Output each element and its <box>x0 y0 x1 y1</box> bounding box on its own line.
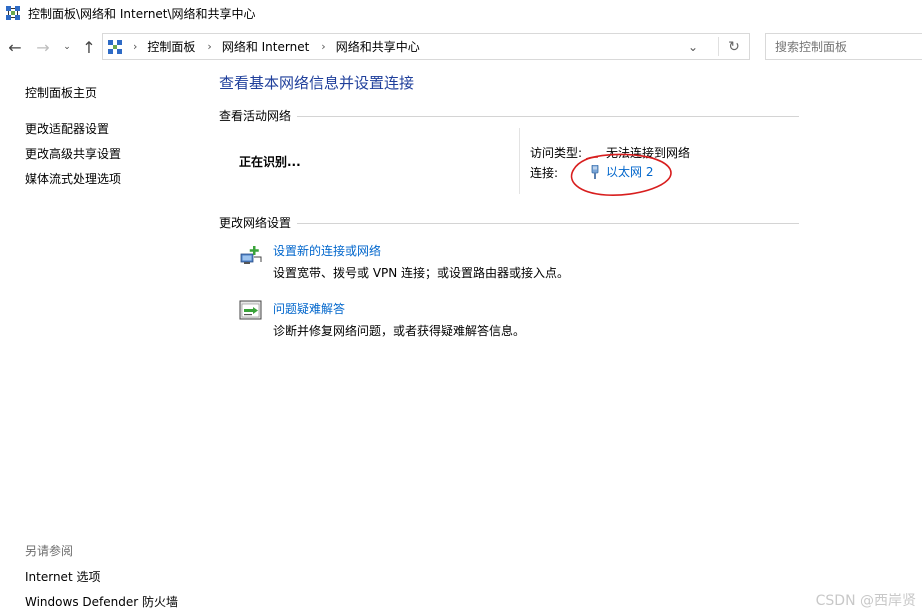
chevron-right-icon[interactable]: › <box>321 40 325 53</box>
chevron-right-icon[interactable]: › <box>207 40 211 53</box>
arrow-right-icon: → <box>36 37 50 57</box>
setup-connection-description: 设置宽带、拨号或 VPN 连接；或设置路由器或接入点。 <box>273 266 570 280</box>
search-input[interactable]: 搜索控制面板 <box>765 33 922 60</box>
vertical-divider <box>519 128 520 194</box>
nav-control-panel-home[interactable]: 控制面板主页 <box>25 84 97 101</box>
access-type-value: 无法连接到网络 <box>606 146 691 160</box>
control-panel-icon <box>108 39 122 54</box>
control-panel-icon <box>6 6 20 20</box>
up-button[interactable]: ↑ <box>80 37 98 57</box>
change-settings-header: 更改网络设置 <box>219 216 292 230</box>
window-title: 控制面板\网络和 Internet\网络和共享中心 <box>28 6 256 21</box>
breadcrumb-network-internet[interactable]: 网络和 Internet <box>222 38 309 55</box>
active-networks-header: 查看活动网络 <box>219 109 292 123</box>
section-divider <box>297 223 799 224</box>
forward-button[interactable]: → <box>34 37 52 57</box>
refresh-icon: ↻ <box>728 38 740 55</box>
connection-label: 连接: <box>530 166 559 180</box>
arrow-left-icon: ← <box>8 37 22 57</box>
back-button[interactable]: ← <box>6 37 24 57</box>
address-history-dropdown[interactable]: ⌄ <box>681 34 705 59</box>
see-also-title: 另请参阅 <box>25 544 74 558</box>
see-also-defender-firewall[interactable]: Windows Defender 防火墙 <box>25 593 178 610</box>
recent-locations-button[interactable]: ⌄ <box>60 38 74 56</box>
nav-change-advanced-sharing[interactable]: 更改高级共享设置 <box>25 145 121 162</box>
breadcrumb-network-sharing-center[interactable]: 网络和共享中心 <box>336 38 420 55</box>
network-name: 正在识别... <box>239 155 301 169</box>
setup-connection-link[interactable]: 设置新的连接或网络 <box>273 242 381 259</box>
connection-link-ethernet[interactable]: 以太网 2 <box>590 163 653 180</box>
section-divider <box>297 116 799 117</box>
nav-media-streaming-options[interactable]: 媒体流式处理选项 <box>25 170 121 187</box>
chevron-down-icon: ⌄ <box>63 42 71 52</box>
ethernet-plug-icon <box>591 164 599 179</box>
chevron-down-icon: ⌄ <box>687 39 699 54</box>
title-bar: 控制面板\网络和 Internet\网络和共享中心 <box>0 0 922 26</box>
troubleshoot-link[interactable]: 问题疑难解答 <box>273 300 345 317</box>
address-bar[interactable]: › 控制面板 › 网络和 Internet › 网络和共享中心 ⌄ ↻ <box>102 33 750 60</box>
page-title: 查看基本网络信息并设置连接 <box>219 74 415 92</box>
chevron-right-icon: › <box>133 40 138 53</box>
breadcrumb-control-panel[interactable]: 控制面板 <box>147 38 195 55</box>
navigation-bar: ← → ⌄ ↑ › 控制面板 › 网络和 Internet › 网络和共享中心 … <box>0 30 922 64</box>
nav-change-adapter-settings[interactable]: 更改适配器设置 <box>25 120 109 137</box>
access-type-label: 访问类型: <box>530 146 583 160</box>
network-setup-icon <box>240 246 262 264</box>
refresh-button[interactable]: ↻ <box>719 34 749 59</box>
watermark: CSDN @西岸贤 <box>815 593 916 609</box>
connection-value: 以太网 2 <box>606 165 654 179</box>
search-placeholder: 搜索控制面板 <box>775 40 848 54</box>
see-also-internet-options[interactable]: Internet 选项 <box>25 568 100 585</box>
arrow-up-icon: ↑ <box>82 37 96 57</box>
troubleshoot-description: 诊断并修复网络问题，或者获得疑难解答信息。 <box>273 324 526 338</box>
troubleshoot-icon <box>239 300 262 320</box>
